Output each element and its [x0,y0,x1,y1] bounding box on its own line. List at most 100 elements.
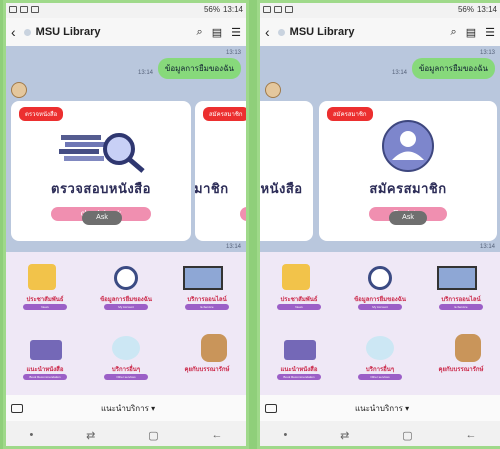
card-title: สมัครสมาชิก [195,181,229,196]
menu-label: ข้อมูลการยืมของฉัน [100,297,152,303]
carousel-card-check-book-partial[interactable]: สืบหนังสือ [257,101,313,241]
menu-label: คุยกับบรรณารักษ์ [184,367,230,373]
home-icon[interactable]: ▢ [402,429,412,442]
open-book-icon [30,340,62,360]
user-message-bubble: ข้อมูลการยืมของฉัน [157,58,241,79]
librarian-icon [201,334,227,362]
phone-screen-left: 56% 13:14 ‹ MSU Library ⌕ ▤ ☰ 13:13 ข้อมู… [3,0,249,449]
back-icon[interactable]: ‹ [265,24,270,40]
open-book-icon [284,340,316,360]
clock-text: 13:14 [222,4,243,14]
battery-text: 56% [203,4,220,14]
user-profile-icon [382,120,434,172]
notification-icon [274,5,282,13]
services-menu-toggle[interactable]: แนะนำบริการ ▾ [101,402,155,415]
message-time: 13:14 [137,70,153,76]
librarian-icon [455,334,481,362]
menu-my-account[interactable]: ข้อมูลการยืมของฉัน My Account [86,256,166,326]
account-dot-icon [23,28,31,36]
notification-icon [9,5,17,13]
card-title: สืบหนังสือ [257,181,303,196]
menu-sub-label: My Account [358,304,402,310]
menu-label: ประชาสัมพันธ์ [26,297,64,303]
menu-label: บริการออนไลน์ [441,297,481,303]
home-icon[interactable]: ▢ [148,429,158,442]
back-icon[interactable]: ‹ [11,24,16,40]
menu-sub-label: News [277,304,321,310]
nav-dot-icon[interactable]: • [29,429,33,441]
nav-dot-icon[interactable]: • [283,429,287,441]
ask-button[interactable]: Ask [389,211,427,225]
news-icon [28,264,56,290]
message-time: 13:14 [391,70,407,76]
keyboard-icon[interactable] [11,403,23,413]
register-button[interactable]: Re [240,207,249,221]
menu-sub-label: Book Recommendation [277,374,321,380]
chat-header: ‹ MSU Library ⌕ ▤ ☰ [3,18,249,46]
menu-book-recommend[interactable]: แนะนำหนังสือ Book Recommendation [259,326,339,396]
computer-icon [437,266,477,290]
card-tag: สมัครสมาชิก [327,107,373,121]
menu-my-account[interactable]: ข้อมูลการยืมของฉัน My Account [340,256,420,326]
back-arrow-icon[interactable]: ← [212,429,223,441]
menu-chat-librarian[interactable]: คุยกับบรรณารักษ์ [167,326,247,396]
card-title: ตรวจสอบหนังสือ [51,181,151,196]
android-nav-bar: • ⇄ ▢ ← [257,421,500,449]
message-time: 13:13 [479,50,495,56]
recent-apps-icon[interactable]: ⇄ [86,429,95,442]
menu-sub-label: E-Service [439,304,483,310]
menu-label: คุยกับบรรณารักษ์ [438,367,484,373]
news-icon [282,264,310,290]
menu-sub-label: Other services [358,374,402,380]
status-bar: 56% 13:14 [3,0,249,18]
services-menu-toggle[interactable]: แนะนำบริการ ▾ [355,402,409,415]
search-icon[interactable]: ⌕ [197,26,203,39]
ask-button[interactable]: Ask [82,211,122,225]
menu-sub-label: Book Recommendation [23,374,67,380]
menu-icon[interactable]: ☰ [231,26,241,39]
keyboard-icon[interactable] [265,403,277,413]
card-title: สมัครสมาชิก [369,181,447,196]
notes-icon[interactable]: ▤ [212,26,222,39]
message-time: 13:14 [225,244,241,250]
back-arrow-icon[interactable]: ← [466,429,477,441]
alarm-clock-icon [368,266,392,290]
services-icon [366,336,394,360]
menu-label: แนะนำหนังสือ [280,367,318,373]
menu-book-recommend[interactable]: แนะนำหนังสือ Book Recommendation [5,326,85,396]
search-icon[interactable]: ⌕ [451,26,457,39]
rich-menu: ประชาสัมพันธ์ News ข้อมูลการยืมของฉัน My… [257,252,500,395]
chat-title: MSU Library [289,26,355,38]
menu-sub-label: Other services [104,374,148,380]
menu-label: แนะนำหนังสือ [26,367,64,373]
menu-e-service[interactable]: บริการออนไลน์ E-Service [167,256,247,326]
battery-text: 56% [457,4,474,14]
menu-label: บริการอื่นๆ [365,367,395,373]
menu-sub-label: E-Service [185,304,229,310]
menu-other-services[interactable]: บริการอื่นๆ Other services [86,326,166,396]
carousel-card-check-book[interactable]: ตรวจหนังสือ ตรวจสอบหนังสือ check book As… [11,101,191,241]
account-dot-icon [277,28,285,36]
bot-avatar [11,82,27,98]
menu-sub-label: News [23,304,67,310]
bot-avatar [265,82,281,98]
menu-sub-label: My Account [104,304,148,310]
chat-area: 13:13 ข้อมูลการยืมของฉัน 13:14 ตรวจหนังส… [3,46,249,252]
android-nav-bar: • ⇄ ▢ ← [3,421,249,449]
menu-label: บริการออนไลน์ [187,297,227,303]
menu-icon[interactable]: ☰ [485,26,495,39]
notes-icon[interactable]: ▤ [466,26,476,39]
menu-news[interactable]: ประชาสัมพันธ์ News [259,256,339,326]
recent-apps-icon[interactable]: ⇄ [340,429,349,442]
services-icon [112,336,140,360]
menu-other-services[interactable]: บริการอื่นๆ Other services [340,326,420,396]
menu-chat-librarian[interactable]: คุยกับบรรณารักษ์ [421,326,500,396]
chat-header: ‹ MSU Library ⌕ ▤ ☰ [257,18,500,46]
carousel-card-register[interactable]: สมัครสมาชิก สมัครสมาชิก Register Ask [319,101,497,241]
menu-news[interactable]: ประชาสัมพันธ์ News [5,256,85,326]
carousel-card-register-partial[interactable]: สมัครสมาชิก สมัครสมาชิก Re [195,101,249,241]
phone-screen-right: 56% 13:14 ‹ MSU Library ⌕ ▤ ☰ 13:13 ข้อมู… [257,0,500,449]
menu-e-service[interactable]: บริการออนไลน์ E-Service [421,256,500,326]
status-bar: 56% 13:14 [257,0,500,18]
card-tag: สมัครสมาชิก [203,107,249,121]
